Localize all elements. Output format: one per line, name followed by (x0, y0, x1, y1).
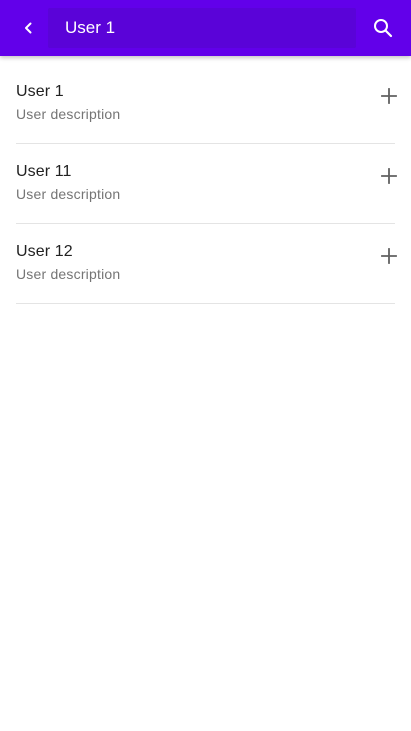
list-item-description: User description (16, 266, 121, 282)
add-button[interactable] (377, 164, 401, 188)
search-field (48, 8, 356, 48)
add-button[interactable] (377, 84, 401, 108)
search-input[interactable] (48, 8, 356, 48)
list-item-description: User description (16, 106, 121, 122)
plus-icon (381, 88, 397, 104)
list-item[interactable]: User 1 User description (16, 64, 397, 144)
search-button[interactable] (355, 0, 411, 56)
app-bar (0, 0, 411, 56)
list-item[interactable]: User 12 User description (16, 224, 397, 304)
chevron-left-icon (25, 22, 32, 34)
user-list: User 1 User description User 11 User des… (0, 64, 411, 304)
list-item-description: User description (16, 186, 121, 202)
plus-icon (381, 248, 397, 264)
list-item-title: User 12 (16, 243, 73, 260)
search-icon (374, 19, 393, 38)
add-button[interactable] (377, 244, 401, 268)
plus-icon (381, 168, 397, 184)
list-item[interactable]: User 11 User description (16, 144, 397, 224)
list-item-title: User 11 (16, 163, 72, 180)
list-item-title: User 1 (16, 83, 64, 100)
